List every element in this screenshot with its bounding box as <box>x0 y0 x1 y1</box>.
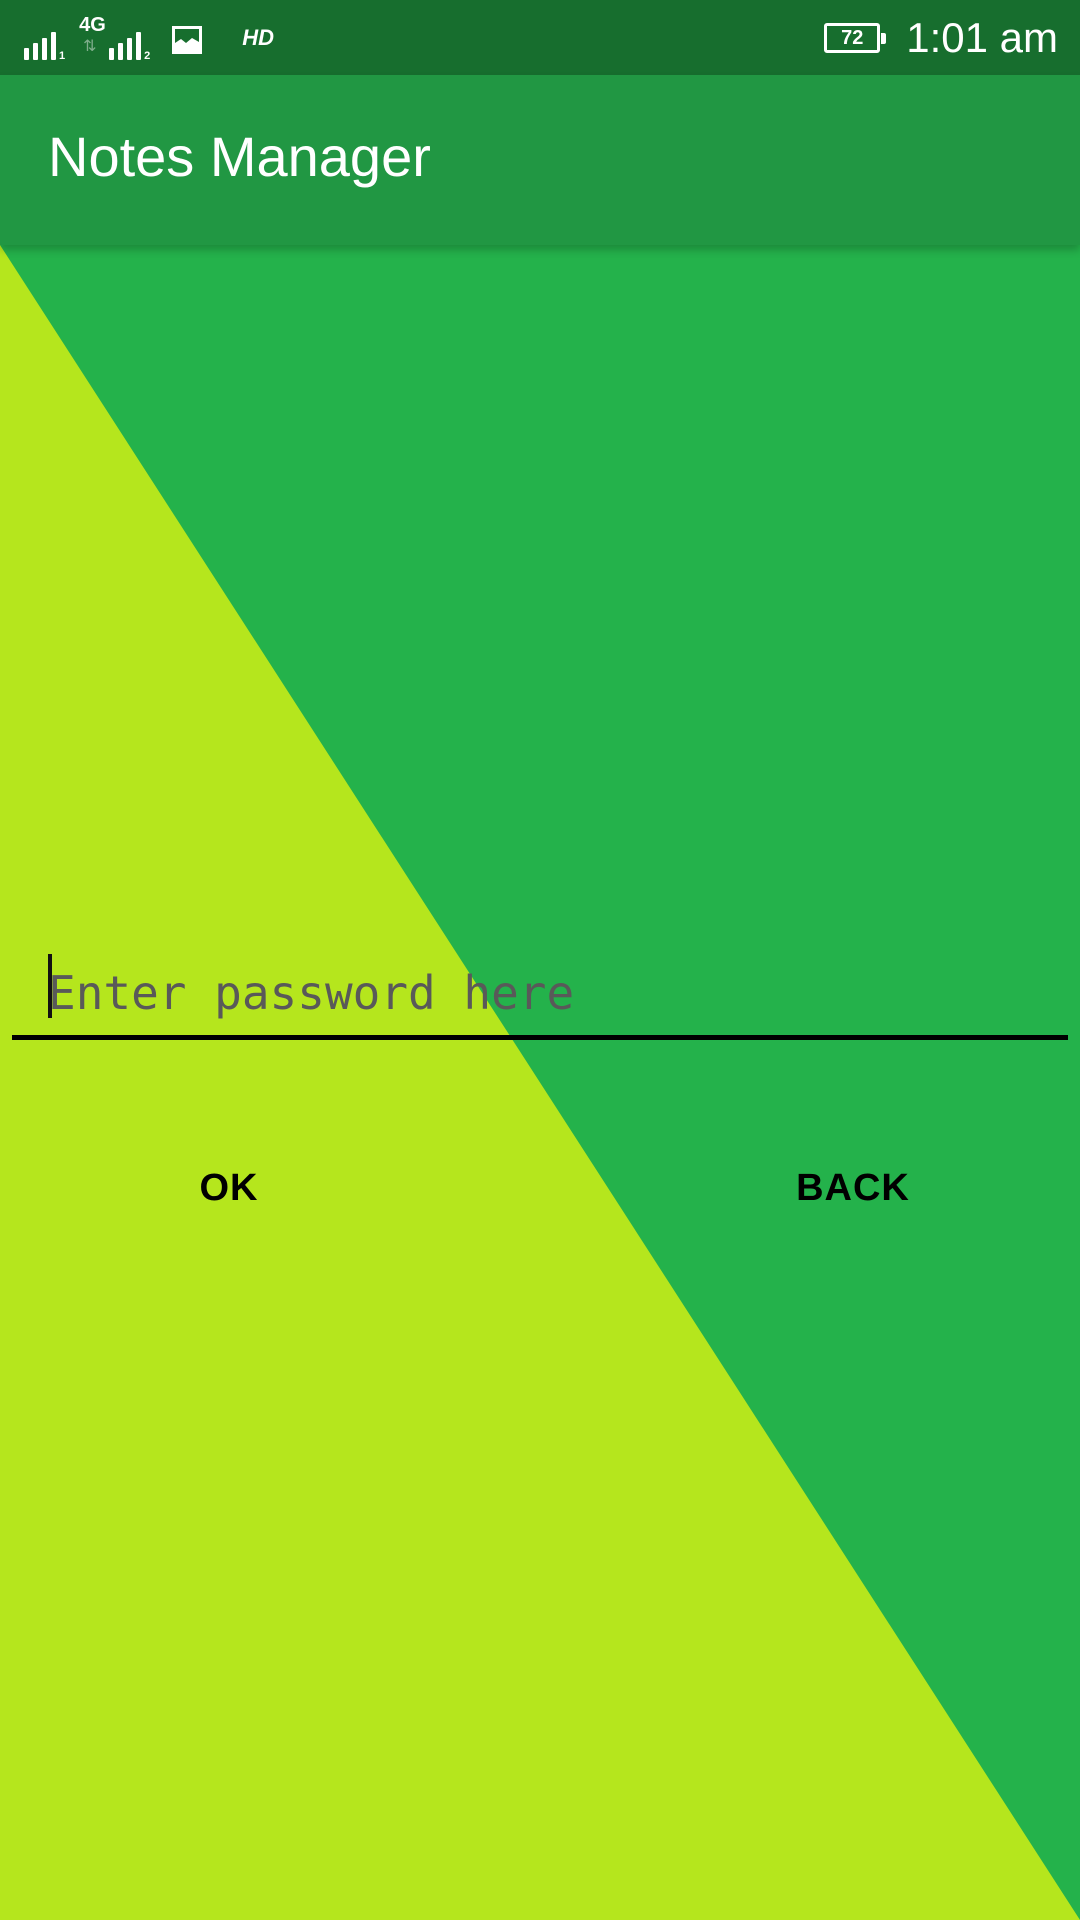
screen: 1 4G ⇅ 2 HD 72 1:01 am Notes Manager OK … <box>0 0 1080 1920</box>
status-left: 1 4G ⇅ 2 HD <box>24 14 275 62</box>
network-4g-icon: 4G ⇅ <box>79 14 109 60</box>
network-type-label: 4G <box>79 14 106 36</box>
sim1-label: 1 <box>59 50 66 62</box>
status-clock: 1:01 am <box>906 14 1058 61</box>
battery-icon: 72 <box>824 23 887 53</box>
background-diagonal <box>0 245 1080 1920</box>
password-underline <box>12 1035 1068 1040</box>
password-field <box>12 940 1068 1040</box>
hd-icon: HD <box>242 25 275 50</box>
status-right: 72 1:01 am <box>824 10 1058 66</box>
back-button[interactable]: BACK <box>733 1148 973 1228</box>
gallery-notification-icon <box>172 26 203 54</box>
signal-sim1-icon: 1 <box>24 32 66 62</box>
password-input[interactable] <box>48 960 1048 1026</box>
signal-sim2-icon: 2 <box>109 32 151 62</box>
app-bar: Notes Manager <box>0 75 1080 245</box>
network-arrows-icon: ⇅ <box>83 38 97 55</box>
ok-button[interactable]: OK <box>109 1148 349 1228</box>
sim2-label: 2 <box>144 50 151 62</box>
text-cursor <box>48 954 52 1018</box>
status-bar: 1 4G ⇅ 2 HD 72 1:01 am <box>0 0 1080 75</box>
battery-level: 72 <box>841 26 864 49</box>
app-title: Notes Manager <box>48 125 431 188</box>
